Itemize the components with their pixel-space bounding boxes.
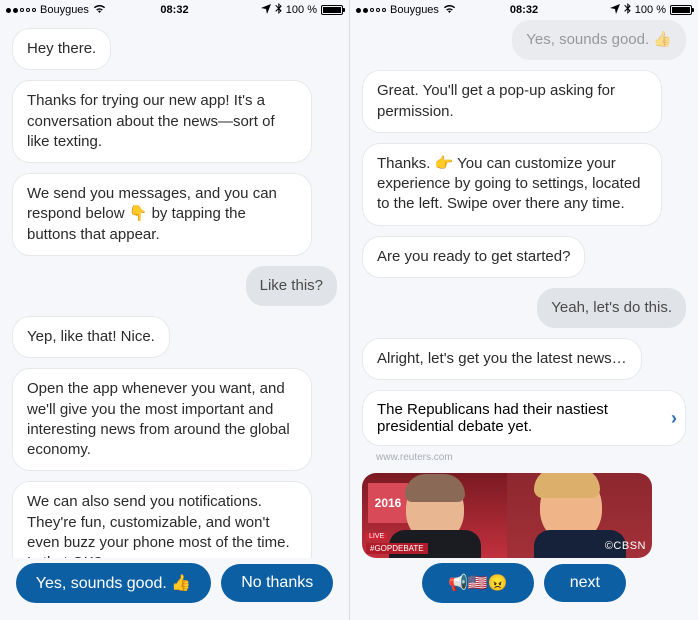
phone-right: Bouygues 08:32 100 % Yes, sounds good. 👍…: [349, 0, 698, 620]
chevron-right-icon: ›: [665, 408, 677, 429]
clock: 08:32: [160, 4, 188, 16]
network-logo: ©CBSN: [605, 540, 646, 552]
msg-incoming: Alright, let's get you the latest news…: [362, 338, 642, 380]
msg-outgoing: Yes, sounds good. 👍: [512, 20, 686, 60]
carrier-label: Bouygues: [390, 4, 439, 16]
msg-incoming: Yep, like that! Nice.: [12, 316, 170, 358]
signal-icon: [6, 8, 36, 13]
source-label: www.reuters.com: [362, 452, 686, 463]
msg-outgoing: Like this?: [246, 266, 337, 306]
media-year-badge: 2016: [368, 483, 408, 523]
location-icon: [610, 4, 620, 17]
signal-icon: [356, 8, 386, 13]
msg-incoming: Hey there.: [12, 28, 111, 70]
media-banner: #GOPDEBATE: [366, 543, 428, 554]
wifi-icon: [443, 4, 456, 17]
battery-icon: [670, 5, 692, 15]
wifi-icon: [93, 4, 106, 17]
news-image[interactable]: 2016 LIVE #GOPDEBATE ©CBSN: [362, 473, 652, 558]
chat-scroll[interactable]: Hey there. Thanks for trying our new app…: [0, 20, 349, 558]
msg-incoming: Thanks. 👉 You can customize your experie…: [362, 143, 662, 226]
msg-incoming: Great. You'll get a pop-up asking for pe…: [362, 70, 662, 133]
battery-icon: [321, 5, 343, 15]
msg-incoming: We can also send you notifications. They…: [12, 481, 312, 558]
msg-outgoing: Yeah, let's do this.: [537, 288, 686, 328]
headline-text: The Republicans had their nastiest presi…: [377, 401, 665, 435]
yes-button[interactable]: Yes, sounds good. 👍: [16, 563, 211, 603]
msg-incoming: We send you messages, and you can respon…: [12, 173, 312, 256]
msg-incoming: Thanks for trying our new app! It's a co…: [12, 80, 312, 163]
bluetooth-icon: [275, 3, 282, 17]
no-button[interactable]: No thanks: [221, 564, 333, 602]
bluetooth-icon: [624, 3, 631, 17]
chat-scroll[interactable]: Yes, sounds good. 👍 Great. You'll get a …: [350, 20, 698, 558]
battery-percent: 100 %: [635, 4, 666, 16]
status-bar: Bouygues 08:32 100 %: [350, 0, 698, 20]
next-button[interactable]: next: [544, 564, 626, 602]
status-bar: Bouygues 08:32 100 %: [0, 0, 349, 20]
react-button[interactable]: 📢🇺🇸😠: [422, 563, 534, 603]
action-bar: 📢🇺🇸😠 next: [350, 558, 698, 620]
live-badge: LIVE: [366, 533, 387, 540]
headline-link[interactable]: The Republicans had their nastiest presi…: [362, 390, 686, 446]
phone-left: Bouygues 08:32 100 % Hey there. Thanks f…: [0, 0, 349, 620]
msg-incoming: Open the app whenever you want, and we'l…: [12, 368, 312, 471]
carrier-label: Bouygues: [40, 4, 89, 16]
location-icon: [261, 4, 271, 17]
clock: 08:32: [510, 4, 538, 16]
action-bar: Yes, sounds good. 👍 No thanks: [0, 558, 349, 620]
msg-incoming: Are you ready to get started?: [362, 236, 585, 278]
battery-percent: 100 %: [286, 4, 317, 16]
